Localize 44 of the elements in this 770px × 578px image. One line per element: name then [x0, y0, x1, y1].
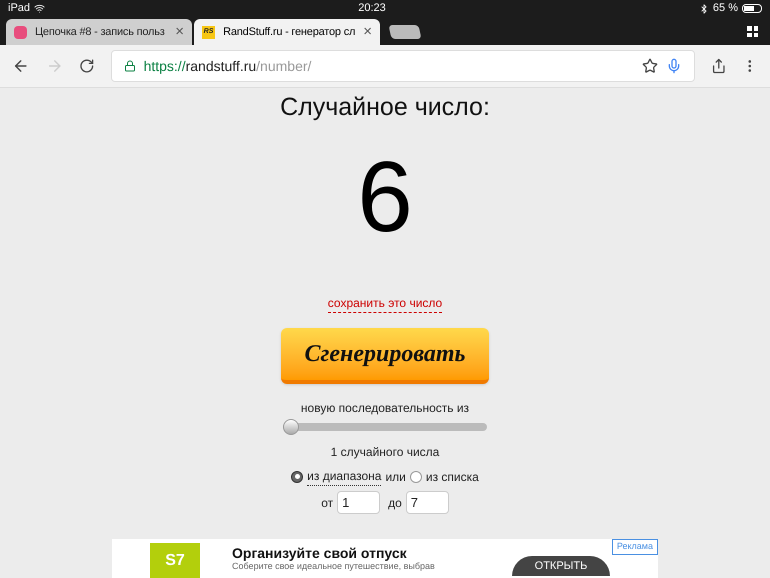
radio-button[interactable] [410, 470, 422, 482]
from-label: от [321, 494, 334, 512]
radio-label[interactable]: из диапазона [307, 467, 382, 486]
save-number-link[interactable]: сохранить это число [328, 294, 442, 313]
sequence-label: новую последовательность из [300, 400, 470, 417]
ad-banner[interactable]: S7 Организуйте свой отпуск Соберите свое идеальное путешествие, выбрав ОТКРЫТЬ Реклама [112, 539, 658, 578]
device-name: iPad [8, 1, 30, 16]
share-icon[interactable] [710, 58, 726, 74]
count-slider[interactable] [283, 419, 487, 435]
microphone-icon[interactable] [666, 58, 682, 74]
page-heading: Случайное число: [280, 92, 490, 122]
ad-title: Организуйте свой отпуск [232, 545, 408, 561]
open-button[interactable]: ОТКРЫТЬ [512, 556, 610, 576]
count-label: 1 случайного числа [330, 444, 440, 461]
browser-tab[interactable]: Цепочка #8 - запись польз × [6, 19, 192, 45]
battery-icon [742, 4, 762, 13]
back-icon[interactable] [12, 57, 30, 75]
or-text: или [385, 468, 406, 486]
clock: 20:23 [358, 1, 386, 16]
ad-text: Соберите свое идеальное путешествие, выбрав [232, 561, 435, 572]
radio-button[interactable] [291, 470, 304, 482]
generate-button[interactable]: Сгенерировать [281, 328, 489, 384]
url-text: https://randstuff.ru/number/ [144, 56, 312, 76]
to-label: до [388, 494, 402, 512]
wifi-icon [34, 3, 46, 14]
lock-icon [124, 60, 136, 72]
bookmark-star-icon[interactable] [642, 58, 658, 74]
tab-close-button[interactable]: × [175, 20, 184, 44]
airline-logo: S7 [150, 543, 200, 578]
slider-thumb[interactable] [283, 419, 299, 435]
tabs-grid-icon[interactable] [747, 26, 758, 37]
battery-percent: 65 % [712, 1, 738, 16]
from-input[interactable]: 1 [337, 491, 380, 514]
tab-title: Цепочка #8 - запись польз [35, 24, 166, 40]
tab-title: RandStuff.ru - генератор сл [223, 24, 356, 40]
tab-favicon-icon [14, 26, 27, 38]
radio-label[interactable]: из списка [426, 468, 479, 486]
new-tab-button[interactable] [388, 25, 422, 39]
bluetooth-icon [698, 4, 709, 14]
random-number: 6 [357, 140, 413, 255]
address-field[interactable]: https://randstuff.ru/number/ [110, 50, 695, 82]
reload-icon[interactable] [79, 58, 95, 74]
to-input[interactable]: 7 [406, 491, 449, 514]
tab-close-button[interactable]: × [363, 20, 372, 44]
